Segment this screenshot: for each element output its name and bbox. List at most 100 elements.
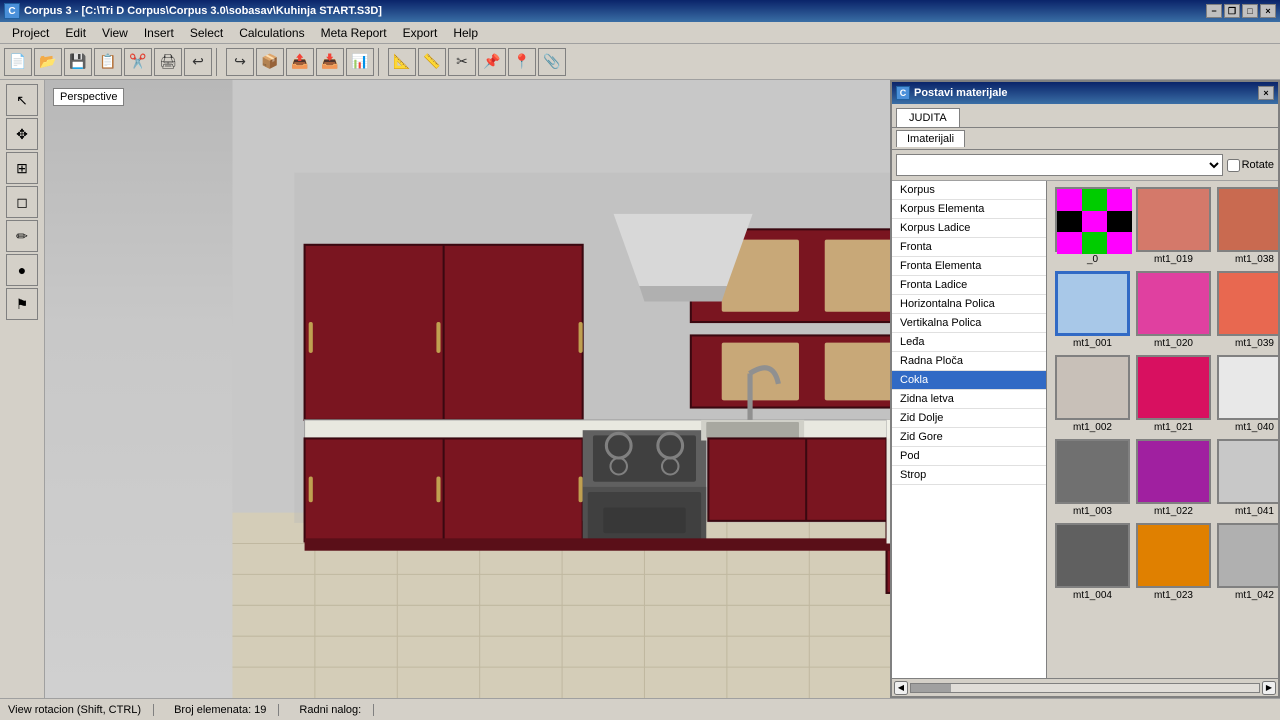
toolbar-button-6[interactable]: ↩ (184, 48, 212, 76)
color-swatch-mt1_019[interactable] (1136, 187, 1211, 252)
toolbar-button-4[interactable]: ✂️ (124, 48, 152, 76)
mat-list-item-12[interactable]: Zid Dolje (892, 409, 1046, 428)
color-swatch-_0[interactable] (1055, 187, 1130, 252)
color-swatch-wrap-mt1_001: mt1_001 (1055, 271, 1130, 349)
mat-list-item-7[interactable]: Vertikalna Polica (892, 314, 1046, 333)
color-swatch-mt1_023[interactable] (1136, 523, 1211, 588)
toolbar-button-3[interactable]: 📋 (94, 48, 122, 76)
mat-list-item-13[interactable]: Zid Gore (892, 428, 1046, 447)
color-swatch-wrap-mt1_003: mt1_003 (1055, 439, 1130, 517)
sidebar-tool-5[interactable]: ● (6, 254, 38, 286)
menu-item-edit[interactable]: Edit (57, 24, 94, 42)
color-swatch-wrap-_0: _0 (1055, 187, 1130, 265)
menu-item-calculations[interactable]: Calculations (231, 24, 312, 42)
color-label-mt1_019: mt1_019 (1154, 254, 1193, 265)
mat-list-item-8[interactable]: Leđa (892, 333, 1046, 352)
toolbar-button-14[interactable]: ✂ (448, 48, 476, 76)
color-swatch-row: mt1_003mt1_022mt1_041 (1051, 437, 1274, 519)
mat-list-item-4[interactable]: Fronta Elementa (892, 257, 1046, 276)
mat-list-item-14[interactable]: Pod (892, 447, 1046, 466)
sidebar-tool-0[interactable]: ↖ (6, 84, 38, 116)
toolbar-button-16[interactable]: 📍 (508, 48, 536, 76)
mat-list-item-9[interactable]: Radna Ploča (892, 352, 1046, 371)
toolbar-button-13[interactable]: 📏 (418, 48, 446, 76)
maximize-button[interactable]: □ (1242, 4, 1258, 18)
close-button[interactable]: × (1260, 4, 1276, 18)
mat-sub-tab-imaterijali[interactable]: Imaterijali (896, 130, 965, 147)
color-swatch-mt1_001[interactable] (1055, 271, 1130, 336)
mat-list-item-10[interactable]: Cokla (892, 371, 1046, 390)
color-swatch-row: mt1_002 mt1_021 mt1_040 (1051, 353, 1274, 435)
sidebar-tool-1[interactable]: ✥ (6, 118, 38, 150)
mat-rotate-checkbox[interactable] (1227, 159, 1240, 172)
mat-rotate-checkbox-label: Rotate (1227, 159, 1274, 172)
menu-item-insert[interactable]: Insert (136, 24, 182, 42)
scroll-right-btn[interactable]: ▶ (1262, 681, 1276, 695)
mat-close-button[interactable]: × (1258, 86, 1274, 100)
color-swatch-mt1_020[interactable] (1136, 271, 1211, 336)
color-label-mt1_002: mt1_002 (1073, 422, 1112, 433)
color-swatch-mt1_002[interactable] (1055, 355, 1130, 420)
toolbar-button-15[interactable]: 📌 (478, 48, 506, 76)
toolbar-button-2[interactable]: 💾 (64, 48, 92, 76)
color-swatch-wrap-mt1_021: mt1_021 (1136, 355, 1211, 433)
color-swatch-mt1_041[interactable] (1217, 439, 1278, 504)
color-label-_0: _0 (1087, 254, 1098, 265)
restore-button[interactable]: ❐ (1224, 4, 1240, 18)
toolbar-button-17[interactable]: 📎 (538, 48, 566, 76)
color-swatch-wrap-mt1_020: mt1_020 (1136, 271, 1211, 349)
color-label-mt1_022: mt1_022 (1154, 506, 1193, 517)
material-panel: C Postavi materijale × JUDITA Imaterijal… (890, 80, 1280, 698)
mat-list-item-5[interactable]: Fronta Ladice (892, 276, 1046, 295)
color-swatch-mt1_039[interactable] (1217, 271, 1278, 336)
sidebar-tool-6[interactable]: ⚑ (6, 288, 38, 320)
minimize-button[interactable]: − (1206, 4, 1222, 18)
toolbar-button-10[interactable]: 📥 (316, 48, 344, 76)
scrollbar-track[interactable] (910, 683, 1260, 693)
mat-scrollbar[interactable]: ◀ ▶ (892, 678, 1278, 696)
color-swatch-mt1_038[interactable] (1217, 187, 1278, 252)
menu-item-export[interactable]: Export (395, 24, 446, 42)
toolbar-button-9[interactable]: 📤 (286, 48, 314, 76)
toolbar-button-12[interactable]: 📐 (388, 48, 416, 76)
scroll-left-btn[interactable]: ◀ (894, 681, 908, 695)
color-swatch-mt1_004[interactable] (1055, 523, 1130, 588)
mat-dropdown-row: Rotate (892, 150, 1278, 181)
color-swatch-mt1_003[interactable] (1055, 439, 1130, 504)
color-swatch-row: mt1_004mt1_023mt1_042 (1051, 521, 1274, 603)
mat-list-item-6[interactable]: Horizontalna Polica (892, 295, 1046, 314)
mat-list-item-2[interactable]: Korpus Ladice (892, 219, 1046, 238)
mat-list-item-1[interactable]: Korpus Elementa (892, 200, 1046, 219)
toolbar-separator (378, 48, 384, 76)
color-swatch-mt1_042[interactable] (1217, 523, 1278, 588)
scrollbar-thumb (911, 684, 951, 692)
mat-tab-judita[interactable]: JUDITA (896, 108, 960, 127)
toolbar-button-8[interactable]: 📦 (256, 48, 284, 76)
color-swatch-mt1_022[interactable] (1136, 439, 1211, 504)
toolbar-button-11[interactable]: 📊 (346, 48, 374, 76)
color-label-mt1_040: mt1_040 (1235, 422, 1274, 433)
sidebar-tool-2[interactable]: ⊞ (6, 152, 38, 184)
mat-list-item-15[interactable]: Strop (892, 466, 1046, 485)
color-swatch-mt1_021[interactable] (1136, 355, 1211, 420)
sidebar-tool-4[interactable]: ✏ (6, 220, 38, 252)
mat-list-item-11[interactable]: Zidna letva (892, 390, 1046, 409)
menu-item-select[interactable]: Select (182, 24, 231, 42)
toolbar-button-1[interactable]: 📂 (34, 48, 62, 76)
mat-dropdown[interactable] (896, 154, 1223, 176)
color-label-mt1_039: mt1_039 (1235, 338, 1274, 349)
toolbar-button-7[interactable]: ↪ (226, 48, 254, 76)
toolbar-button-0[interactable]: 📄 (4, 48, 32, 76)
toolbar-button-5[interactable]: 🖨 (154, 48, 182, 76)
menu-item-help[interactable]: Help (445, 24, 486, 42)
color-swatch-wrap-mt1_038: mt1_038 (1217, 187, 1278, 265)
app-icon: C (4, 3, 20, 19)
menu-item-view[interactable]: View (94, 24, 136, 42)
mat-list-item-3[interactable]: Fronta (892, 238, 1046, 257)
menu-item-meta report[interactable]: Meta Report (313, 24, 395, 42)
status-order: Radni nalog: (299, 704, 374, 716)
sidebar-tool-3[interactable]: ◻ (6, 186, 38, 218)
mat-list-item-0[interactable]: Korpus (892, 181, 1046, 200)
menu-item-project[interactable]: Project (4, 24, 57, 42)
color-swatch-mt1_040[interactable] (1217, 355, 1278, 420)
